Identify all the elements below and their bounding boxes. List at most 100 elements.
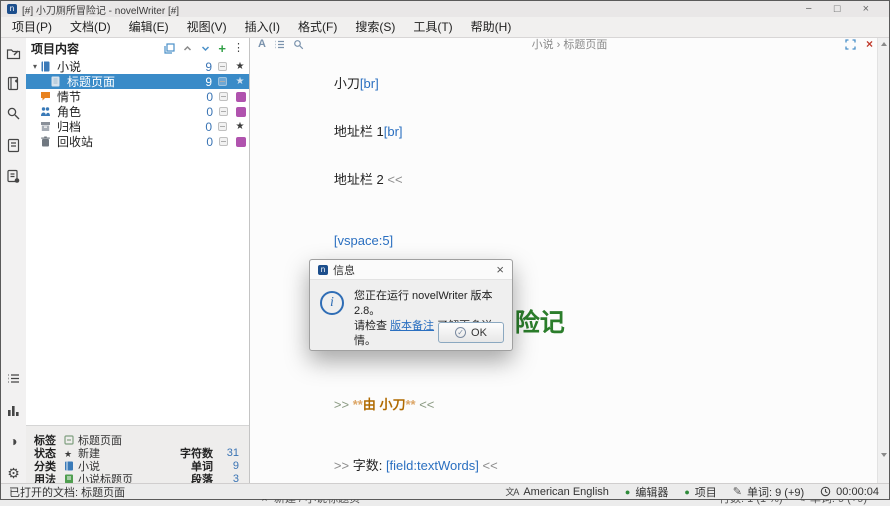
app-logo-icon: n (318, 265, 328, 275)
menu-project[interactable]: 项目(P) (3, 17, 61, 37)
status-star-icon: ★ (234, 121, 246, 132)
project-panel: 项目内容 + ⋮ ▾ 小说 9 ★ (26, 38, 250, 483)
typography-icon[interactable]: A (258, 38, 266, 50)
breadcrumb-doc[interactable]: 标题页面 (563, 39, 607, 51)
word-count: 0 (195, 135, 213, 149)
people-icon (40, 106, 53, 117)
menu-tools[interactable]: 工具(T) (404, 17, 461, 37)
editor-scrollbar[interactable] (877, 38, 889, 483)
outline-menu-icon[interactable] (274, 39, 285, 50)
status-star-icon: ★ (234, 61, 246, 72)
info-dialog: n 信息 × i 您正在运行 novelWriter 版本 2.8。 请检查 版… (309, 259, 513, 351)
info-icon: i (320, 291, 344, 315)
text-line: [vspace:5] (305, 217, 859, 265)
theme-toggle-icon[interactable]: ◑ (6, 434, 21, 449)
status-dot-icon: ● (625, 487, 630, 497)
text-line: 地址栏 2 << (305, 156, 859, 204)
close-button[interactable]: × (863, 2, 869, 16)
active-checkbox-icon[interactable] (219, 92, 228, 101)
project-tree: ▾ 小说 9 ★ 标题页面 9 ★ 情节 (26, 57, 249, 425)
menu-search[interactable]: 搜索(S) (346, 17, 404, 37)
word-count: 0 (195, 105, 213, 119)
novel-view-icon[interactable] (6, 76, 21, 91)
open-document-status: 已打开的文档: 标题页面 (9, 484, 125, 500)
check-icon: ✓ (455, 327, 466, 338)
language-icon: 文A (505, 485, 518, 498)
clock-icon (820, 486, 831, 497)
word-count: 9 (194, 60, 212, 74)
maximize-button[interactable]: □ (834, 2, 841, 16)
importance-flag-icon (236, 137, 246, 147)
book-icon (64, 461, 78, 471)
session-words: ✎ 单词: 9 (+9) (733, 484, 804, 500)
spell-language[interactable]: 文A American English (505, 485, 609, 498)
settings-icon[interactable]: ⚙ (6, 466, 21, 481)
search-icon[interactable] (293, 39, 304, 50)
menu-help[interactable]: 帮助(H) (462, 17, 521, 37)
release-notes-link[interactable]: 版本备注 (390, 320, 434, 332)
text-line: 地址栏 1[br] (305, 108, 859, 156)
panel-menu-icon[interactable]: ⋮ (233, 43, 244, 54)
status-star-icon: ★ (234, 76, 246, 87)
close-document-icon[interactable]: × (866, 38, 873, 50)
active-checkbox-icon[interactable] (218, 122, 227, 131)
tree-item-novel[interactable]: ▾ 小说 9 ★ (26, 59, 249, 74)
editor-status: ● 编辑器 (625, 484, 668, 500)
project-status: ● 项目 (684, 484, 716, 500)
menu-document[interactable]: 文档(D) (61, 17, 120, 37)
outline-icon[interactable] (6, 138, 21, 153)
status-bar: 已打开的文档: 标题页面 文A American English ● 编辑器 ●… (1, 483, 889, 499)
dialog-close-icon[interactable]: × (496, 263, 504, 276)
ok-button[interactable]: ✓ OK (438, 322, 504, 343)
project-tree-icon[interactable] (6, 46, 21, 61)
scroll-down-icon[interactable] (881, 453, 887, 457)
menu-insert[interactable]: 插入(I) (236, 17, 289, 37)
active-checkbox-icon[interactable] (219, 137, 228, 146)
menu-bar: 项目(P) 文档(D) 编辑(E) 视图(V) 插入(I) 格式(F) 搜索(S… (1, 17, 889, 38)
menu-format[interactable]: 格式(F) (289, 17, 346, 37)
tree-item-archive[interactable]: 归档 0 ★ (26, 119, 249, 134)
move-down-icon[interactable] (200, 43, 211, 54)
item-details-panel: 标签 标题页面 状态 ★ 新建 分类 小说 用法 小说标题页 (26, 425, 249, 483)
menu-edit[interactable]: 编辑(E) (120, 17, 178, 37)
writing-stats-icon[interactable] (6, 403, 21, 418)
fullscreen-icon[interactable] (845, 39, 856, 50)
search-icon[interactable] (6, 106, 21, 121)
tree-item-trash[interactable]: 回收站 0 (26, 134, 249, 149)
breadcrumb-sep-icon: › (557, 39, 561, 51)
menu-view[interactable]: 视图(V) (178, 17, 236, 37)
minimize-button[interactable]: − (805, 2, 811, 16)
layout-icon (64, 474, 78, 484)
active-checkbox-icon[interactable] (219, 107, 228, 116)
text-line: >> **由 小刀** << (305, 381, 859, 429)
tree-item-plot[interactable]: 情节 0 (26, 89, 249, 104)
stat-value: 31 (213, 447, 239, 459)
session-timer[interactable]: 00:00:04 (820, 486, 879, 498)
document-stats: 字符数 31 单词 9 段落 3 (165, 446, 239, 485)
stat-value: 9 (213, 460, 239, 472)
dialog-title: 信息 (333, 262, 355, 278)
chat-bubble-icon (40, 91, 53, 102)
add-item-icon[interactable]: + (218, 43, 226, 54)
active-checkbox-icon[interactable] (218, 62, 227, 71)
details-list-icon[interactable] (6, 371, 21, 386)
tree-item-characters[interactable]: 角色 0 (26, 104, 249, 119)
scroll-up-icon[interactable] (881, 42, 887, 46)
breadcrumb-root[interactable]: 小说 (532, 39, 554, 51)
document-icon (50, 76, 63, 87)
importance-flag-icon (236, 107, 246, 117)
dialog-title-bar: n 信息 × (310, 260, 512, 280)
app-logo-icon: n (7, 4, 17, 14)
tree-item-title-page[interactable]: 标题页面 9 ★ (26, 74, 249, 89)
move-up-icon[interactable] (182, 43, 193, 54)
project-panel-title: 项目内容 (31, 40, 79, 57)
tag-icon (64, 435, 78, 445)
active-checkbox-icon[interactable] (218, 77, 227, 86)
status-star-icon: ★ (64, 448, 78, 458)
pen-icon: ✎ (733, 485, 742, 498)
expand-arrow-icon[interactable]: ▾ (30, 62, 40, 71)
build-manuscript-icon[interactable] (6, 169, 21, 184)
archive-box-icon (40, 121, 53, 132)
word-count: 0 (194, 120, 212, 134)
stack-icon[interactable] (164, 43, 175, 54)
